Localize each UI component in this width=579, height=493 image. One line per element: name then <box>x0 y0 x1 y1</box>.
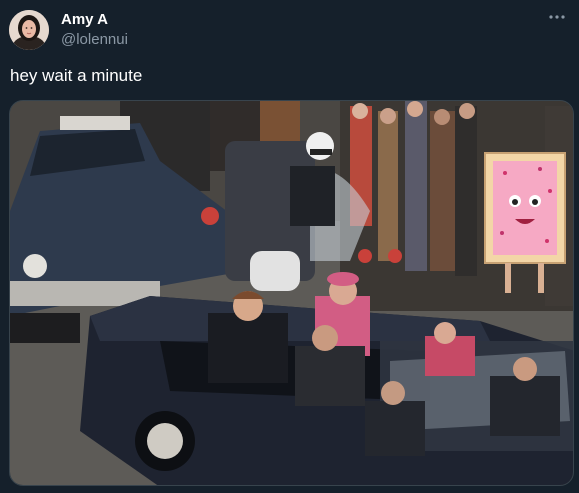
author-display-name[interactable]: Amy A <box>61 11 108 28</box>
profile-photo-icon <box>9 10 49 50</box>
tweet-text: hey wait a minute <box>10 66 143 85</box>
more-options-button[interactable] <box>545 8 569 26</box>
tweet-card: Amy A @lolennui hey wait a minute <box>0 0 579 493</box>
tweet-media[interactable] <box>9 100 574 486</box>
more-options-icon <box>549 15 565 19</box>
avatar[interactable] <box>9 10 49 50</box>
motorcade-photo-icon <box>10 101 573 485</box>
author-handle[interactable]: @lolennui <box>61 31 128 48</box>
